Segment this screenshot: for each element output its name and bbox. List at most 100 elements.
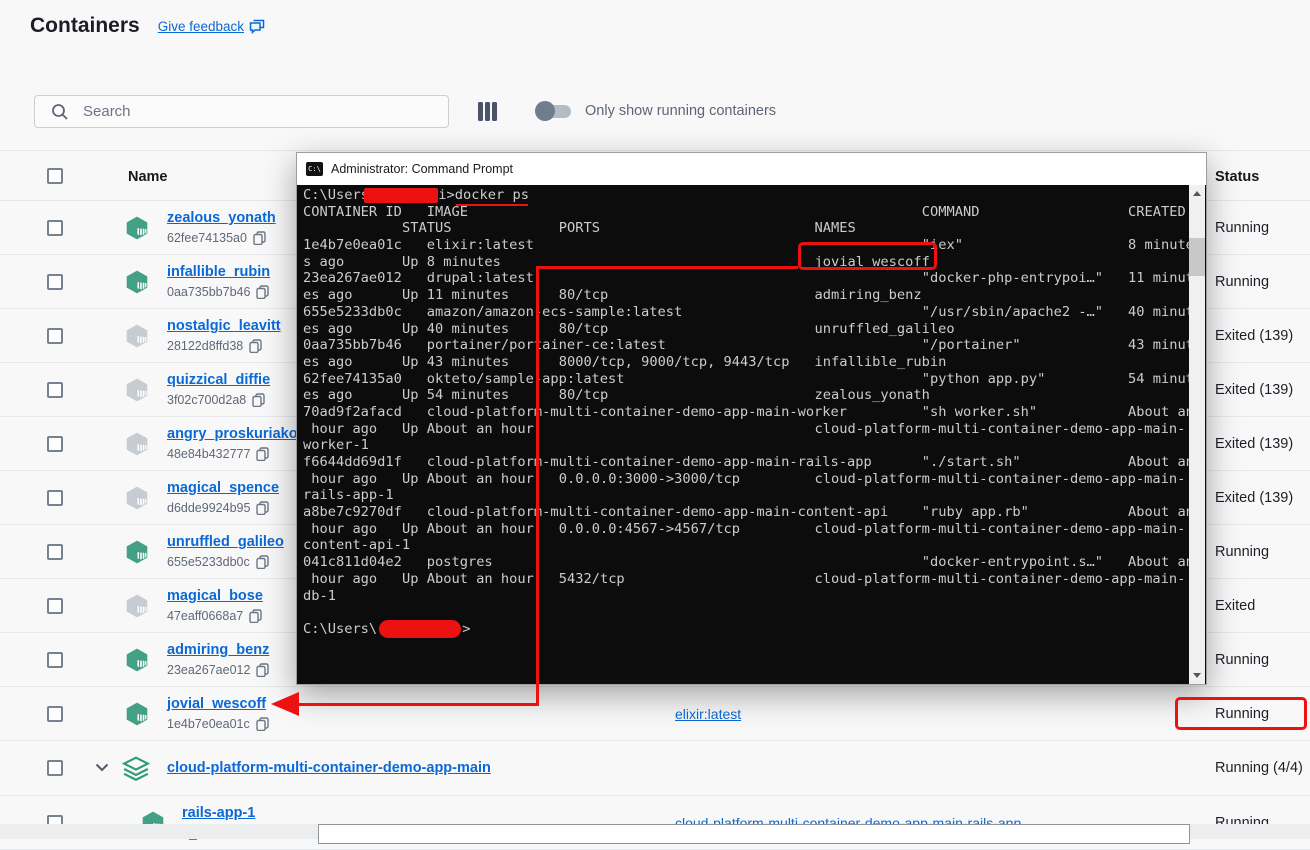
name-cell: infallible_rubin 0aa735bb7b46 — [167, 263, 270, 299]
terminal-text: Up 11 minutes — [402, 287, 509, 304]
container-id: 28122d8ffd38 — [167, 339, 243, 353]
name-cell: zealous_yonath 62fee74135a0 — [167, 209, 276, 245]
container-name-link[interactable]: jovial_wescoff — [167, 696, 266, 713]
terminal-output[interactable]: C:\Usersi>docker psCONTAINER IDIMAGECOMM… — [303, 187, 1191, 682]
row-checkbox[interactable] — [47, 760, 63, 776]
copy-icon[interactable] — [256, 285, 269, 299]
name-cell: cloud-platform-multi-container-demo-app-… — [167, 741, 491, 796]
container-name-link[interactable]: admiring_benz — [167, 642, 269, 659]
command-prompt-window[interactable]: C:\ Administrator: Command Prompt – □ ✕ … — [296, 152, 1207, 685]
terminal-text: infallible_rubin — [815, 354, 947, 371]
row-checkbox[interactable] — [47, 652, 63, 668]
terminal-text: "ruby app.rb" — [922, 504, 1029, 521]
terminal-text: worker-1 — [303, 437, 369, 454]
terminal-text: CONTAINER ID — [303, 204, 402, 221]
container-id: 1e4b7e0ea01c — [167, 717, 250, 731]
container-id: 23ea267ae012 — [167, 663, 250, 677]
container-name-link[interactable]: infallible_rubin — [167, 264, 270, 281]
row-checkbox[interactable] — [47, 274, 63, 290]
container-icon — [124, 485, 150, 511]
name-cell: jovial_wescoff 1e4b7e0ea01c — [167, 695, 269, 731]
terminal-text: "/portainer" — [922, 337, 1021, 354]
terminal-text: db-1 — [303, 588, 336, 605]
container-icon — [124, 647, 150, 673]
chevron-down-icon[interactable] — [95, 763, 109, 772]
columns-icon[interactable] — [478, 102, 497, 121]
terminal-scrollbar[interactable] — [1189, 185, 1205, 684]
running-filter-toggle[interactable] — [537, 100, 571, 122]
terminal-text: COMMAND — [922, 204, 980, 221]
container-name-link[interactable]: magical_spence — [167, 480, 279, 497]
select-all-checkbox[interactable] — [47, 168, 63, 184]
terminal-text: postgres — [427, 554, 493, 571]
search-box[interactable] — [34, 95, 449, 128]
row-checkbox[interactable] — [47, 328, 63, 344]
row-checkbox[interactable] — [47, 436, 63, 452]
row-checkbox[interactable] — [47, 598, 63, 614]
container-icon — [124, 215, 150, 241]
row-checkbox[interactable] — [47, 490, 63, 506]
container-icon — [124, 539, 150, 565]
image-link[interactable]: elixir:latest — [675, 687, 741, 740]
running-filter-label: Only show running containers — [585, 103, 776, 119]
feedback-chat-icon[interactable] — [249, 19, 265, 34]
container-name-link[interactable]: magical_bose — [167, 588, 263, 605]
terminal-text: 80/tcp — [559, 321, 608, 338]
terminal-text: 0aa735bb7b46 — [303, 337, 402, 354]
copy-icon[interactable] — [253, 231, 266, 245]
container-id: 0aa735bb7b46 — [167, 285, 250, 299]
terminal-text: > — [462, 621, 470, 638]
name-cell: admiring_benz 23ea267ae012 — [167, 641, 269, 677]
terminal-titlebar[interactable]: C:\ Administrator: Command Prompt – □ ✕ — [297, 153, 1206, 185]
terminal-text: 1e4b7e0ea01c — [303, 237, 402, 254]
copy-icon[interactable] — [252, 393, 265, 407]
container-name-link[interactable]: cloud-platform-multi-container-demo-app-… — [167, 760, 491, 777]
column-header-name: Name — [128, 151, 168, 202]
terminal-text: Up 43 minutes — [402, 354, 509, 371]
terminal-text: PORTS — [559, 220, 600, 237]
give-feedback-link[interactable]: Give feedback — [158, 19, 244, 34]
container-id: 48e84b432777 — [167, 447, 250, 461]
row-checkbox[interactable] — [47, 382, 63, 398]
terminal-text: elixir:latest — [427, 237, 534, 254]
terminal-text: hour ago — [303, 571, 377, 588]
terminal-text: i> — [438, 187, 454, 204]
terminal-text: About an — [1128, 554, 1194, 571]
copy-icon[interactable] — [256, 555, 269, 569]
container-name-link[interactable]: rails-app-1 — [182, 805, 255, 822]
terminal-text: About an — [1128, 504, 1194, 521]
status-text: Running — [1215, 796, 1269, 849]
terminal-text: 43 minut — [1128, 337, 1194, 354]
search-input[interactable] — [81, 102, 425, 121]
terminal-text: 8000/tcp, 9000/tcp, 9443/tcp — [559, 354, 790, 371]
annotation-line-top — [539, 266, 798, 269]
terminal-text: cloud-platform-multi-container-demo-app-… — [815, 571, 1186, 588]
scroll-up-icon[interactable] — [1189, 185, 1205, 202]
terminal-text: es ago — [303, 287, 352, 304]
row-checkbox[interactable] — [47, 220, 63, 236]
terminal-text: cloud-platform-multi-container-demo-app-… — [815, 471, 1186, 488]
copy-icon[interactable] — [249, 609, 262, 623]
status-text: Running — [1215, 201, 1269, 254]
terminal-text: 655e5233db0c — [303, 304, 402, 321]
terminal-text: "docker-entrypoint.s…" — [922, 554, 1103, 571]
container-name-link[interactable]: nostalgic_leavitt — [167, 318, 281, 335]
copy-icon[interactable] — [256, 447, 269, 461]
copy-icon[interactable] — [256, 717, 269, 731]
container-name-link[interactable]: unruffled_galileo — [167, 534, 284, 551]
terminal-text: 54 minut — [1128, 371, 1194, 388]
container-name-link[interactable]: zealous_yonath — [167, 210, 276, 227]
row-checkbox[interactable] — [47, 544, 63, 560]
stack-icon — [122, 756, 150, 782]
copy-icon[interactable] — [256, 663, 269, 677]
container-name-link[interactable]: angry_proskuriakov — [167, 426, 306, 443]
copy-icon[interactable] — [256, 501, 269, 515]
container-id: 62fee74135a0 — [167, 231, 247, 245]
scroll-down-icon[interactable] — [1189, 667, 1205, 684]
annotation-line-bottom — [290, 703, 539, 706]
copy-icon[interactable] — [249, 339, 262, 353]
container-name-link[interactable]: quizzical_diffie — [167, 372, 270, 389]
scrollbar-thumb[interactable] — [1189, 238, 1205, 276]
terminal-text: a8be7c9270df — [303, 504, 402, 521]
row-checkbox[interactable] — [47, 706, 63, 722]
